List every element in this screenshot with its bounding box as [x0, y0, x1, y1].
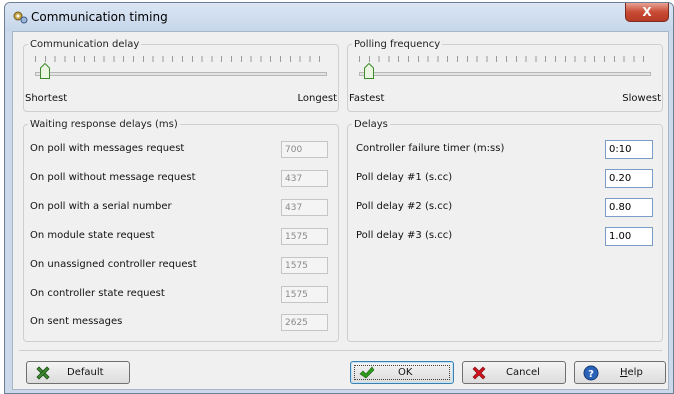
value-field-module-state: 1575 [281, 228, 328, 245]
row-label-poll-with-messages: On poll with messages request [30, 143, 185, 154]
slider-thumb[interactable] [40, 63, 50, 79]
dialog-body: Communication delay Shortest Longest Pol… [12, 31, 669, 390]
polling-frequency-slider[interactable] [354, 54, 656, 84]
poll-delay-2-input[interactable]: 0.80 [605, 198, 653, 217]
window-title: Communication timing [31, 10, 168, 24]
row-label-controller-failure-timer: Controller failure timer (m:ss) [356, 143, 505, 154]
red-x-icon [472, 366, 486, 380]
row-label-poll-without-message: On poll without message request [30, 172, 196, 183]
row-label-controller-state: On controller state request [30, 288, 165, 299]
row-label-poll-delay-3: Poll delay #3 (s.cc) [356, 230, 453, 241]
delays-group: Delays Controller failure timer (m:ss) 0… [347, 119, 663, 342]
value-field-sent-messages: 2625 [281, 314, 328, 331]
value-field-poll-with-messages: 700 [281, 141, 328, 158]
communication-delay-group: Communication delay Shortest Longest [23, 39, 339, 112]
poll-delay-3-input[interactable]: 1.00 [605, 227, 653, 246]
default-button[interactable]: Default [26, 361, 130, 384]
svg-text:?: ? [588, 369, 594, 380]
value-field-poll-serial-number: 437 [281, 199, 328, 216]
slider-ticks [35, 56, 327, 62]
cancel-label: Cancel [506, 367, 540, 378]
polling-frequency-group: Polling frequency Fastest Slowest [347, 39, 663, 112]
ok-button[interactable]: OK [350, 361, 454, 384]
waiting-response-delays-legend: Waiting response delays (ms) [30, 119, 178, 130]
row-label-unassigned-controller: On unassigned controller request [30, 259, 197, 270]
row-label-poll-delay-1: Poll delay #1 (s.cc) [356, 172, 453, 183]
row-label-poll-serial-number: On poll with a serial number [30, 201, 172, 212]
communication-delay-legend: Communication delay [30, 39, 140, 50]
row-label-sent-messages: On sent messages [30, 316, 123, 327]
dialog-window: Communication timing X Communication del… [4, 2, 674, 394]
value-field-poll-without-message: 437 [281, 170, 328, 187]
default-label: Default [67, 367, 104, 378]
tools-icon [36, 366, 50, 380]
poll-delay-1-input[interactable]: 0.20 [605, 169, 653, 188]
title-bar[interactable]: Communication timing X [5, 3, 673, 31]
checkmark-icon [359, 366, 375, 379]
controller-failure-timer-input[interactable]: 0:10 [605, 140, 653, 159]
close-icon: X [642, 5, 652, 19]
value-field-unassigned-controller: 1575 [281, 257, 328, 274]
help-label: Help [620, 367, 643, 378]
shortest-label: Shortest [25, 93, 68, 104]
help-button[interactable]: ? Help [574, 361, 666, 384]
waiting-response-delays-group: Waiting response delays (ms) On poll wit… [23, 119, 339, 342]
delays-legend: Delays [354, 119, 388, 130]
slowest-label: Slowest [622, 93, 661, 104]
ok-label: OK [398, 367, 413, 378]
longest-label: Longest [297, 93, 337, 104]
help-icon: ? [583, 365, 599, 381]
cancel-button[interactable]: Cancel [462, 361, 566, 384]
app-icon [13, 11, 28, 24]
separator [19, 350, 662, 351]
row-label-module-state: On module state request [30, 230, 155, 241]
close-button[interactable]: X [625, 3, 669, 22]
slider-thumb[interactable] [364, 63, 374, 79]
polling-frequency-legend: Polling frequency [354, 39, 441, 50]
slider-track [359, 72, 651, 76]
communication-delay-slider[interactable] [30, 54, 332, 84]
slider-ticks [359, 56, 651, 62]
row-label-poll-delay-2: Poll delay #2 (s.cc) [356, 201, 453, 212]
slider-track [35, 72, 327, 76]
value-field-controller-state: 1575 [281, 286, 328, 303]
fastest-label: Fastest [349, 93, 385, 104]
